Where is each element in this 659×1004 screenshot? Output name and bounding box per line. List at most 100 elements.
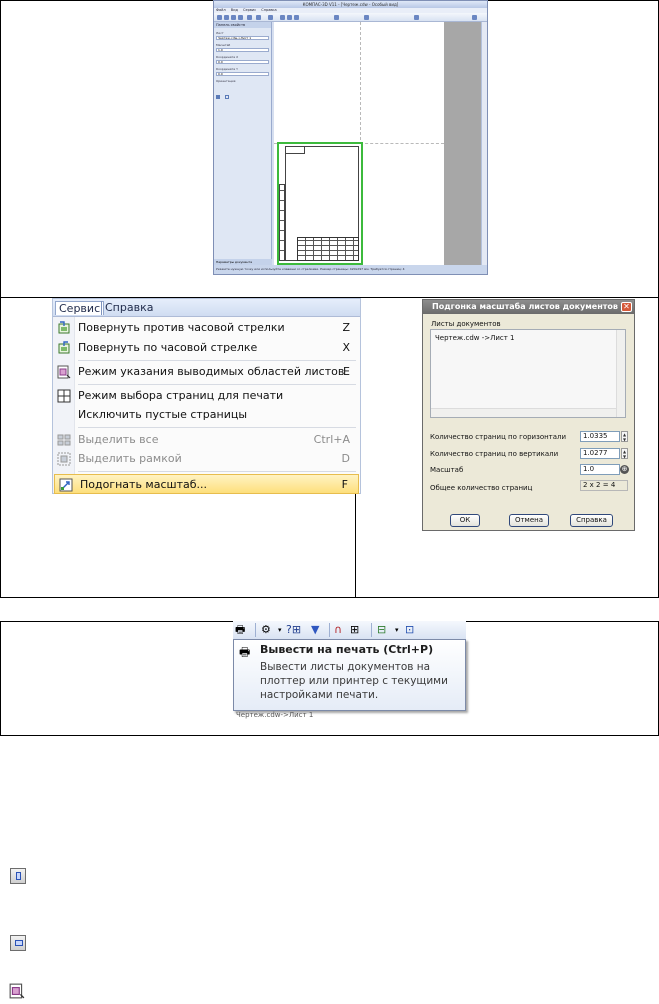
print-setup-icon[interactable] [224, 15, 229, 20]
menu-item-select-all[interactable]: Выделить все Ctrl+A [53, 430, 360, 450]
menu-view[interactable]: Вид [231, 8, 238, 12]
total-pages-value: 2 x 2 = 4 [580, 480, 628, 491]
menu-help[interactable]: Справка [261, 8, 276, 12]
tooltip-title: Вывести на печать (Ctrl+P) [260, 643, 434, 656]
print-tooltip: 🖶 Вывести на печать (Ctrl+P) Вывести лис… [233, 639, 466, 711]
menu-item-label: Исключить пустые страницы [78, 408, 248, 421]
menu-item-label: Повернуть против часовой стрелки [78, 321, 285, 334]
print-toolbar: 🖶 ⚙ ▾ ?⊞ ▼ ∩ ⊞ ⊟ ▾ ⊡ [233, 621, 466, 639]
list-item[interactable]: Чертеж.cdw ->Лист 1 [435, 334, 515, 342]
menu-item-shortcut: Z [342, 321, 350, 334]
rotate-cw-icon [58, 341, 70, 354]
close-preview-icon[interactable] [472, 15, 477, 20]
sheet-area-icon [57, 365, 71, 379]
menu-item-select-frame[interactable]: Выделить рамкой D [53, 449, 360, 469]
menu-item-shortcut: E [343, 365, 350, 378]
sheet-side-strip [279, 184, 285, 261]
magnet-icon[interactable]: ∩ [334, 623, 342, 637]
vertical-scrollbar[interactable] [481, 22, 487, 265]
menu-service[interactable]: Сервис [243, 8, 256, 12]
menu-item-rotate-ccw[interactable]: Повернуть против часовой стрелки Z [53, 318, 360, 338]
drawing-sheet[interactable] [277, 142, 363, 265]
settings-icon[interactable] [414, 15, 419, 20]
sheet-field[interactable]: Чертеж.cdw->Лист 1 [216, 36, 269, 40]
menu-separator [78, 360, 356, 361]
menu-item-label: Режим выбора страниц для печати [78, 389, 284, 402]
field-label: Координата X [216, 55, 239, 59]
documents-list[interactable]: Чертеж.cdw ->Лист 1 [430, 329, 626, 418]
menu-item-label: Подогнать масштаб... [80, 478, 208, 491]
sheet-portrait-icon [10, 868, 26, 884]
page-layout-icon[interactable]: ⊡ [405, 623, 414, 637]
zoom-fit-icon[interactable] [294, 15, 299, 20]
menu-item-rotate-cw[interactable]: Повернуть по часовой стрелке X [53, 338, 360, 358]
vertical-pages-spinner[interactable]: ▲ ▼ [621, 448, 628, 459]
scale-dropdown-icon[interactable]: ⊕ [620, 465, 629, 474]
menu-help-title[interactable]: Справка [101, 301, 156, 315]
menu-item-sheet-area-mode[interactable]: Режим указания выводимых областей листов… [53, 362, 360, 382]
vertical-pages-input[interactable]: 1.0277 [580, 448, 620, 459]
field-label: Лист [216, 31, 224, 35]
refresh-icon[interactable] [364, 15, 369, 20]
dropdown-arrow-icon[interactable]: ▾ [278, 623, 282, 637]
menu-item-label: Режим указания выводимых областей листов [78, 365, 345, 378]
landscape-icon[interactable] [225, 95, 230, 99]
toolbar-separator [255, 623, 256, 637]
field-label: Координата Y [216, 67, 238, 71]
vertical-pages-label: Количество страниц по вертикали [430, 450, 559, 458]
service-menu: Сервис Справка Повернуть против часовой … [52, 298, 361, 494]
title-block [297, 237, 359, 261]
menu-item-label: Выделить все [78, 433, 159, 446]
portrait-icon[interactable] [216, 95, 220, 99]
scale-field[interactable]: 1.0 [216, 48, 269, 52]
help-icon[interactable] [231, 15, 236, 20]
menu-file[interactable]: Файл [216, 8, 226, 12]
select-frame-icon [57, 452, 71, 466]
canvas-out-of-page [444, 22, 481, 265]
menu-item-label: Выделить рамкой [78, 452, 182, 465]
menu-bar: Сервис Справка [53, 299, 360, 317]
sheet-icon[interactable] [268, 15, 273, 20]
zoom-in-icon[interactable] [280, 15, 285, 20]
print-setup-icon[interactable]: ⚙ [261, 623, 271, 637]
list-vertical-scrollbar[interactable] [616, 330, 625, 417]
print-icon[interactable]: 🖶 [235, 623, 245, 637]
print-icon[interactable] [217, 15, 222, 20]
horizontal-pages-spinner[interactable]: ▲ ▼ [621, 431, 628, 442]
menu-item-shortcut: X [342, 341, 350, 354]
preview-window: КОМПАС-3D V11 - [Чертеж.cdw - Особый вид… [213, 0, 488, 275]
menu-item-exclude-empty[interactable]: Исключить пустые страницы [53, 405, 360, 425]
ok-button[interactable]: ОК [450, 514, 480, 527]
rotate-ccw-icon [58, 321, 70, 334]
menu-item-shortcut: F [341, 478, 348, 491]
rotate-page-icon[interactable]: ⊟ [377, 623, 386, 637]
page-select-icon [57, 389, 71, 403]
zoom-out-icon[interactable] [287, 15, 292, 20]
close-icon[interactable]: ✕ [621, 302, 632, 312]
magnet-icon[interactable] [247, 15, 252, 20]
list-horizontal-scrollbar[interactable] [431, 408, 616, 417]
horizontal-pages-label: Количество страниц по горизонтали [430, 433, 567, 441]
field-label: Ориентация [216, 79, 236, 83]
menu-service-title[interactable]: Сервис [55, 301, 105, 315]
menu-item-shortcut: Ctrl+A [313, 433, 350, 446]
orientation-icons[interactable] [216, 84, 271, 103]
help-pointer-icon[interactable]: ?⊞ [286, 623, 301, 637]
y-field[interactable]: 0.0 [216, 72, 269, 76]
x-field[interactable]: 0.0 [216, 60, 269, 64]
sheet-area-icon [9, 983, 25, 999]
horizontal-pages-input[interactable]: 1.0335 [580, 431, 620, 442]
filter-icon[interactable]: ▼ [311, 623, 319, 637]
cancel-button[interactable]: Отмена [509, 514, 549, 527]
rotate-icon[interactable] [256, 15, 261, 20]
properties-panel: Панель свойств Лист Чертеж.cdw->Лист 1 М… [214, 22, 272, 265]
menu-item-shortcut: D [341, 452, 350, 465]
menu-item-page-select-mode[interactable]: Режим выбора страниц для печати [53, 386, 360, 406]
filter-icon[interactable] [238, 15, 243, 20]
help-button[interactable]: Справка [570, 514, 613, 527]
pan-icon[interactable] [334, 15, 339, 20]
menu-item-fit-scale[interactable]: Подогнать масштаб... F [54, 474, 359, 494]
sheets-grid-icon[interactable]: ⊞ [350, 623, 359, 637]
scale-input[interactable]: 1.0 [580, 464, 620, 475]
dropdown-arrow-icon[interactable]: ▾ [395, 623, 399, 637]
